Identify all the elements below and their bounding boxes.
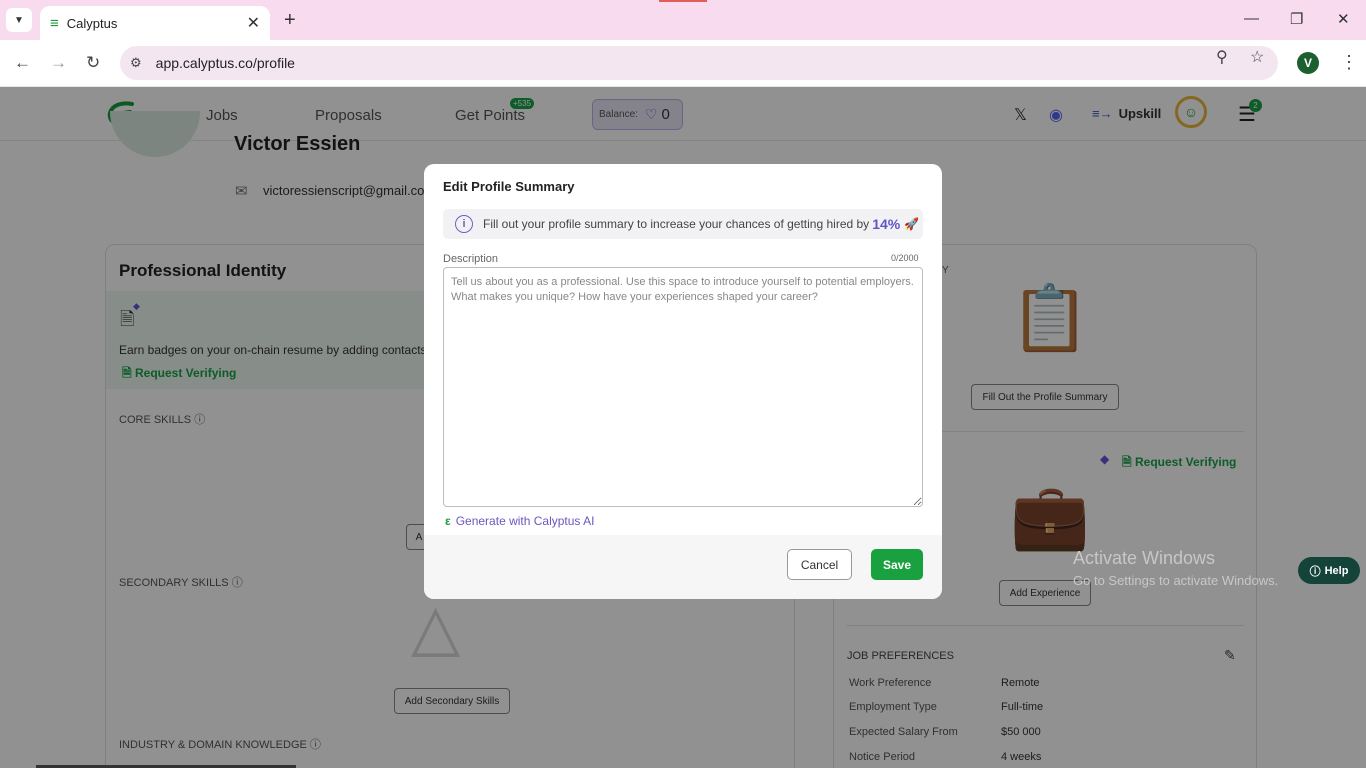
- address-bar-row: ← → ↻ ⚙ app.calyptus.co/profile ⚲ ☆ V ⋮: [0, 40, 1366, 87]
- bookmark-star-icon[interactable]: ☆: [1250, 47, 1264, 67]
- browser-tab[interactable]: ≡ Calyptus ✕: [40, 6, 270, 40]
- info-icon: i: [455, 215, 473, 233]
- description-label: Description: [443, 253, 499, 265]
- reload-button[interactable]: ↻: [86, 53, 100, 73]
- tip-text: Fill out your profile summary to increas…: [483, 217, 870, 231]
- calyptus-ai-icon: ε: [445, 514, 451, 528]
- rocket-icon: 🚀: [904, 217, 920, 231]
- browser-tab-strip: ▼ ≡ Calyptus ✕ + — ❐ ✕: [0, 0, 1366, 40]
- browser-profile-avatar[interactable]: V: [1297, 52, 1319, 74]
- restore-button[interactable]: ❐: [1290, 10, 1303, 28]
- modal-title: Edit Profile Summary: [443, 179, 575, 194]
- help-icon: ⓘ: [1309, 565, 1321, 578]
- windows-activation-watermark: Activate Windows Go to Settings to activ…: [1073, 548, 1278, 588]
- help-button[interactable]: ⓘ Help: [1298, 557, 1360, 584]
- forward-button[interactable]: →: [50, 53, 67, 73]
- character-counter: 0/2000: [891, 253, 919, 263]
- tip-percent: 14%: [872, 216, 901, 232]
- watermark-line-2: Go to Settings to activate Windows.: [1073, 573, 1279, 588]
- url-omnibox[interactable]: ⚙ app.calyptus.co/profile: [120, 46, 1278, 80]
- generate-with-ai-link[interactable]: ε Generate with Calyptus AI: [445, 514, 594, 528]
- new-tab-button[interactable]: +: [284, 9, 296, 32]
- watermark-line-1: Activate Windows: [1073, 548, 1216, 568]
- back-button[interactable]: ←: [14, 53, 31, 73]
- profile-tip-banner: i Fill out your profile summary to incre…: [443, 209, 923, 239]
- tab-title: Calyptus: [66, 15, 118, 31]
- close-window-button[interactable]: ✕: [1337, 10, 1350, 28]
- description-textarea[interactable]: [443, 267, 923, 507]
- browser-menu-icon[interactable]: ⋮: [1340, 52, 1358, 73]
- tab-search-button[interactable]: ▼: [6, 8, 32, 32]
- cancel-button[interactable]: Cancel: [787, 549, 852, 580]
- zoom-icon[interactable]: ⚲: [1216, 47, 1228, 67]
- save-button[interactable]: Save: [871, 549, 923, 580]
- calyptus-favicon-icon: ≡: [50, 14, 59, 32]
- site-settings-icon[interactable]: ⚙: [130, 55, 142, 71]
- minimize-button[interactable]: —: [1244, 10, 1259, 27]
- tab-strip-accent: [659, 0, 707, 2]
- generate-label: Generate with Calyptus AI: [455, 514, 595, 528]
- url-text: app.calyptus.co/profile: [155, 55, 295, 71]
- tab-close-icon[interactable]: ✕: [247, 13, 260, 33]
- edit-profile-summary-modal: Edit Profile Summary i Fill out your pro…: [424, 164, 942, 599]
- help-label: Help: [1324, 564, 1349, 577]
- modal-footer: Cancel Save: [424, 535, 942, 599]
